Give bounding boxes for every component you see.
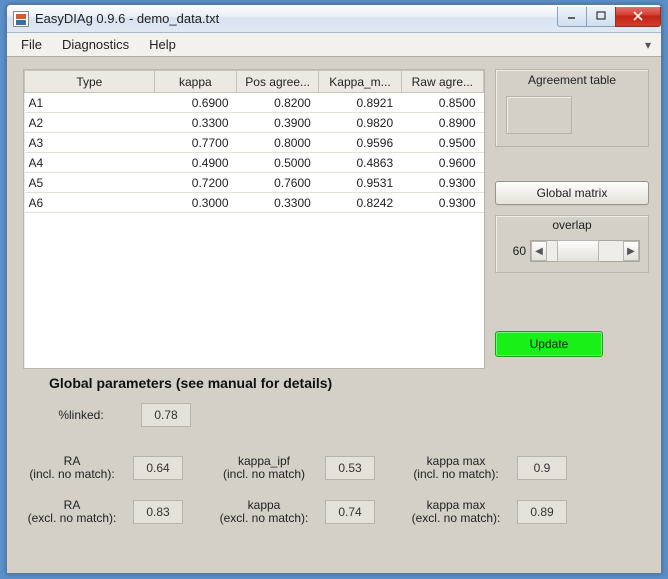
cell-raw: 0.9300: [401, 193, 483, 213]
cell-kappa: 0.7700: [154, 133, 236, 153]
param-row-excl: RA(excl. no match): 0.83 kappa(excl. no …: [19, 499, 585, 525]
cell-raw: 0.8500: [401, 93, 483, 113]
global-matrix-label: Global matrix: [537, 186, 608, 200]
cell-pos: 0.8000: [237, 133, 319, 153]
kappa-ipf-value: 0.53: [325, 456, 375, 480]
agreement-table-panel: Agreement table: [495, 69, 649, 147]
cell-type: A1: [25, 93, 155, 113]
cell-km: 0.8921: [319, 93, 401, 113]
table-row[interactable]: A40.49000.50000.48630.9600: [25, 153, 484, 173]
agreement-table-label: Agreement table: [496, 70, 648, 87]
slider-track[interactable]: [547, 241, 623, 261]
minimize-button[interactable]: [557, 7, 587, 27]
param-pct-linked: %linked: 0.78: [31, 403, 191, 427]
cell-type: A3: [25, 133, 155, 153]
cell-kappa: 0.7200: [154, 173, 236, 193]
col-kappa[interactable]: kappa: [154, 71, 236, 93]
cell-km: 0.4863: [319, 153, 401, 173]
window-controls: [558, 7, 661, 27]
table-row[interactable]: A60.30000.33000.82420.9300: [25, 193, 484, 213]
col-kappa-m[interactable]: Kappa_m...: [319, 71, 401, 93]
col-type[interactable]: Type: [25, 71, 155, 93]
cell-km: 0.9820: [319, 113, 401, 133]
results-table: Type kappa Pos agree... Kappa_m... Raw a…: [24, 70, 484, 213]
close-icon: [632, 10, 644, 22]
col-raw-agree[interactable]: Raw agre...: [401, 71, 483, 93]
cell-pos: 0.3300: [237, 193, 319, 213]
ra-incl-label: RA(incl. no match):: [19, 455, 125, 481]
cell-type: A6: [25, 193, 155, 213]
cell-type: A5: [25, 173, 155, 193]
cell-raw: 0.9300: [401, 173, 483, 193]
kappa-excl-value: 0.74: [325, 500, 375, 524]
ra-excl-label: RA(excl. no match):: [19, 499, 125, 525]
results-table-panel: Type kappa Pos agree... Kappa_m... Raw a…: [23, 69, 485, 369]
cell-km: 0.9596: [319, 133, 401, 153]
cell-type: A2: [25, 113, 155, 133]
cell-raw: 0.9500: [401, 133, 483, 153]
client-area: Type kappa Pos agree... Kappa_m... Raw a…: [7, 57, 661, 573]
update-button[interactable]: Update: [495, 331, 603, 357]
slider-right-arrow-icon[interactable]: ▶: [623, 241, 639, 261]
cell-kappa: 0.6900: [154, 93, 236, 113]
app-window: EasyDIAg 0.9.6 - demo_data.txt File Diag…: [6, 4, 662, 574]
ra-incl-value: 0.64: [133, 456, 183, 480]
kappa-ipf-label: kappa_ipf(incl. no match): [211, 455, 317, 481]
pct-linked-value: 0.78: [141, 403, 191, 427]
cell-pos: 0.3900: [237, 113, 319, 133]
ra-excl-value: 0.83: [133, 500, 183, 524]
table-row[interactable]: A50.72000.76000.95310.9300: [25, 173, 484, 193]
overlap-slider[interactable]: ◀ ▶: [530, 240, 640, 262]
global-matrix-button[interactable]: Global matrix: [495, 181, 649, 205]
cell-raw: 0.8900: [401, 113, 483, 133]
param-row-incl: RA(incl. no match): 0.64 kappa_ipf(incl.…: [19, 455, 585, 481]
cell-km: 0.9531: [319, 173, 401, 193]
overlap-panel: overlap 60 ◀ ▶: [495, 215, 649, 273]
minimize-icon: [567, 11, 577, 21]
cell-kappa: 0.4900: [154, 153, 236, 173]
table-row[interactable]: A10.69000.82000.89210.8500: [25, 93, 484, 113]
slider-thumb[interactable]: [557, 240, 599, 262]
cell-kappa: 0.3300: [154, 113, 236, 133]
maximize-icon: [596, 11, 606, 21]
menu-help[interactable]: Help: [139, 35, 186, 54]
cell-type: A4: [25, 153, 155, 173]
table-row[interactable]: A20.33000.39000.98200.8900: [25, 113, 484, 133]
overlap-label: overlap: [496, 216, 648, 232]
kappa-max-excl-value: 0.89: [517, 500, 567, 524]
kappa-max-incl-label: kappa max(incl. no match):: [403, 455, 509, 481]
global-params-title: Global parameters (see manual for detail…: [49, 375, 332, 391]
pct-linked-label: %linked:: [31, 409, 131, 422]
cell-kappa: 0.3000: [154, 193, 236, 213]
window-title: EasyDIAg 0.9.6 - demo_data.txt: [35, 11, 558, 26]
table-header-row: Type kappa Pos agree... Kappa_m... Raw a…: [25, 71, 484, 93]
menu-file[interactable]: File: [11, 35, 52, 54]
maximize-button[interactable]: [586, 7, 616, 27]
kappa-excl-label: kappa(excl. no match):: [211, 499, 317, 525]
app-icon: [13, 11, 29, 27]
overlap-value: 60: [502, 244, 526, 262]
menu-diagnostics[interactable]: Diagnostics: [52, 35, 139, 54]
col-pos-agree[interactable]: Pos agree...: [237, 71, 319, 93]
menubar: File Diagnostics Help ▾: [7, 33, 661, 57]
slider-left-arrow-icon[interactable]: ◀: [531, 241, 547, 261]
agreement-table-button[interactable]: [506, 96, 572, 134]
cell-pos: 0.5000: [237, 153, 319, 173]
titlebar[interactable]: EasyDIAg 0.9.6 - demo_data.txt: [7, 5, 661, 33]
menu-overflow-icon[interactable]: ▾: [639, 38, 657, 52]
cell-km: 0.8242: [319, 193, 401, 213]
cell-pos: 0.8200: [237, 93, 319, 113]
kappa-max-excl-label: kappa max(excl. no match):: [403, 499, 509, 525]
update-label: Update: [530, 337, 569, 351]
table-row[interactable]: A30.77000.80000.95960.9500: [25, 133, 484, 153]
kappa-max-incl-value: 0.9: [517, 456, 567, 480]
close-button[interactable]: [615, 7, 661, 27]
cell-raw: 0.9600: [401, 153, 483, 173]
cell-pos: 0.7600: [237, 173, 319, 193]
